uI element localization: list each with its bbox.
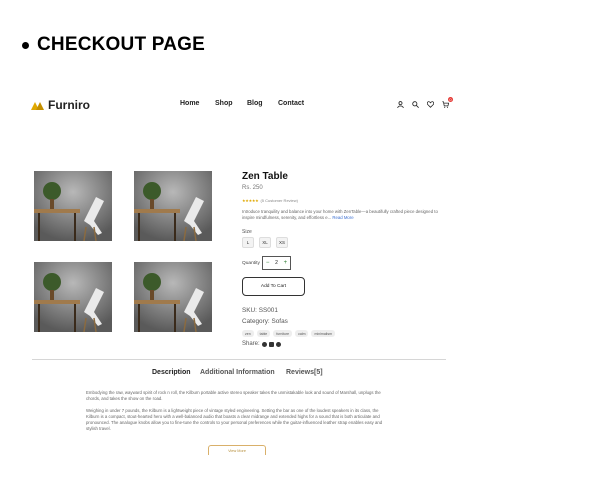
add-to-cart-button[interactable]: Add To Cart xyxy=(242,277,305,296)
slide-title-text: CHECKOUT PAGE xyxy=(37,34,205,55)
size-options: L XL XS xyxy=(242,237,288,248)
user-icon[interactable] xyxy=(396,100,405,109)
table-photo-icon xyxy=(34,171,112,241)
nav-shop[interactable]: Shop xyxy=(215,100,233,107)
description-paragraph-2: Weighing in under 7 pounds, the Kilburn … xyxy=(86,408,383,431)
facebook-icon[interactable] xyxy=(261,341,267,347)
logo-mark-icon xyxy=(31,102,44,110)
read-more-link[interactable]: Read More xyxy=(332,215,353,220)
tag[interactable]: zen xyxy=(242,330,254,337)
quantity-decrease-button[interactable]: − xyxy=(266,260,270,266)
review-count[interactable]: (5 Customer Review) xyxy=(260,198,298,203)
logo-text: Furniro xyxy=(48,98,90,112)
size-option-l[interactable]: L xyxy=(242,237,254,248)
tag[interactable]: minimalism xyxy=(311,330,335,337)
tab-description[interactable]: Description xyxy=(152,369,191,376)
star-rating-icon: ★★★★★ xyxy=(242,198,259,203)
product-image-2[interactable] xyxy=(134,171,212,241)
description-paragraph-1: Embodying the raw, wayward spirit of roc… xyxy=(86,390,381,401)
product-price: Rs. 250 xyxy=(242,185,263,191)
product-image-3[interactable] xyxy=(34,262,112,332)
slide-title: CHECKOUT PAGE xyxy=(22,34,205,56)
nav-contact[interactable]: Contact xyxy=(278,100,304,107)
table-photo-icon xyxy=(134,171,212,241)
tag[interactable]: table xyxy=(256,330,271,337)
nav-home[interactable]: Home xyxy=(180,100,199,107)
share-row: Share: xyxy=(242,341,281,347)
product-tags: zen table furniture calm minimalism xyxy=(242,330,335,337)
divider xyxy=(32,359,446,360)
cart-count-badge: 0 xyxy=(448,97,453,102)
size-label: Size xyxy=(242,229,252,235)
heart-icon[interactable] xyxy=(426,100,435,109)
table-photo-icon xyxy=(34,262,112,332)
product-image-4[interactable] xyxy=(134,262,212,332)
size-option-xl[interactable]: XL xyxy=(259,237,271,248)
search-icon[interactable] xyxy=(411,100,420,109)
header-icons: 0 xyxy=(396,97,453,109)
quantity-label: Quantity xyxy=(242,261,260,266)
share-label: Share: xyxy=(242,341,260,347)
size-option-xs[interactable]: XS xyxy=(276,237,288,248)
bullet-icon xyxy=(22,41,29,49)
quantity-value[interactable]: 2 xyxy=(275,260,278,266)
tab-additional-information[interactable]: Additional Information xyxy=(200,369,275,376)
twitter-icon[interactable] xyxy=(275,341,281,347)
product-category: Category: Sofas xyxy=(242,318,288,325)
tab-reviews[interactable]: Reviews[5] xyxy=(286,369,323,376)
view-more-button[interactable]: View More xyxy=(208,445,266,455)
quantity-increase-button[interactable]: + xyxy=(284,260,288,266)
product-image-1[interactable] xyxy=(34,171,112,241)
table-photo-icon xyxy=(134,262,212,332)
linkedin-icon[interactable] xyxy=(268,341,274,347)
tag[interactable]: calm xyxy=(295,330,309,337)
tag[interactable]: furniture xyxy=(273,330,293,337)
product-title: Zen Table xyxy=(242,171,288,182)
product-description: Introduce tranquility and balance into y… xyxy=(242,209,442,221)
quantity-stepper: − 2 + xyxy=(262,256,291,270)
logo[interactable]: Furniro xyxy=(31,98,90,112)
product-sku: SKU: SS001 xyxy=(242,307,278,314)
cart-icon[interactable]: 0 xyxy=(441,97,453,109)
nav-blog[interactable]: Blog xyxy=(247,100,263,107)
rating: ★★★★★ (5 Customer Review) xyxy=(242,198,298,203)
